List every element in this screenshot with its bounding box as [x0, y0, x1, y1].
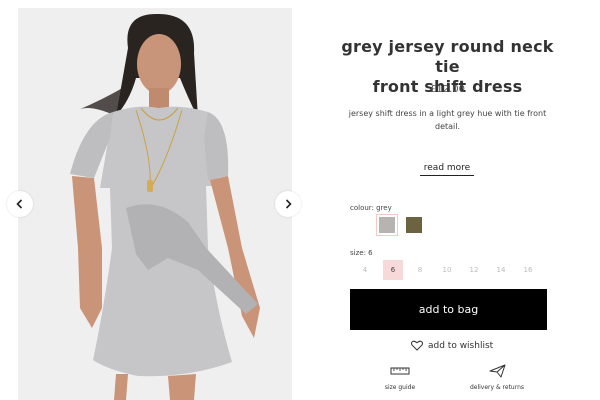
size-option-14[interactable]: 14: [491, 260, 511, 280]
product-photo: [18, 8, 292, 400]
size-option-6[interactable]: 6: [383, 260, 403, 280]
colour-swatch-olive[interactable]: [406, 217, 422, 233]
product-title-line1: grey jersey round neck tie: [341, 37, 554, 76]
paper-plane-icon: [489, 364, 506, 378]
chevron-right-icon: [285, 199, 292, 209]
size-option-12[interactable]: 12: [464, 260, 484, 280]
add-to-bag-button[interactable]: add to bag: [350, 289, 547, 330]
product-description: jersey shift dress in a light grey hue w…: [348, 109, 547, 131]
size-option-16[interactable]: 16: [518, 260, 538, 280]
delivery-returns-link[interactable]: delivery & returns: [465, 364, 529, 391]
heart-icon: [411, 340, 423, 351]
product-price: £12.00: [430, 84, 465, 95]
gallery-next-button[interactable]: [275, 191, 301, 217]
product-details: grey jersey round neck tie front shift d…: [335, 0, 560, 400]
size-label: size: 6: [350, 249, 373, 257]
size-guide-link[interactable]: size guide: [379, 364, 421, 391]
size-guide-label: size guide: [384, 384, 416, 391]
size-option-8[interactable]: 8: [410, 260, 430, 280]
delivery-returns-label: delivery & returns: [469, 384, 525, 391]
chevron-left-icon: [16, 199, 23, 209]
colour-swatch-grey[interactable]: [376, 214, 398, 236]
add-to-wishlist-button[interactable]: add to wishlist: [411, 340, 493, 351]
gallery-prev-button[interactable]: [7, 191, 33, 217]
wishlist-label: add to wishlist: [428, 340, 494, 351]
ruler-icon: [390, 367, 410, 375]
size-option-4[interactable]: 4: [355, 260, 375, 280]
colour-label: colour: grey: [350, 204, 392, 212]
read-more-link[interactable]: read more: [420, 163, 474, 176]
product-image-gallery[interactable]: [18, 8, 292, 400]
size-option-10[interactable]: 10: [437, 260, 457, 280]
size-selector: 4 6 8 10 12 14 16: [351, 260, 551, 280]
